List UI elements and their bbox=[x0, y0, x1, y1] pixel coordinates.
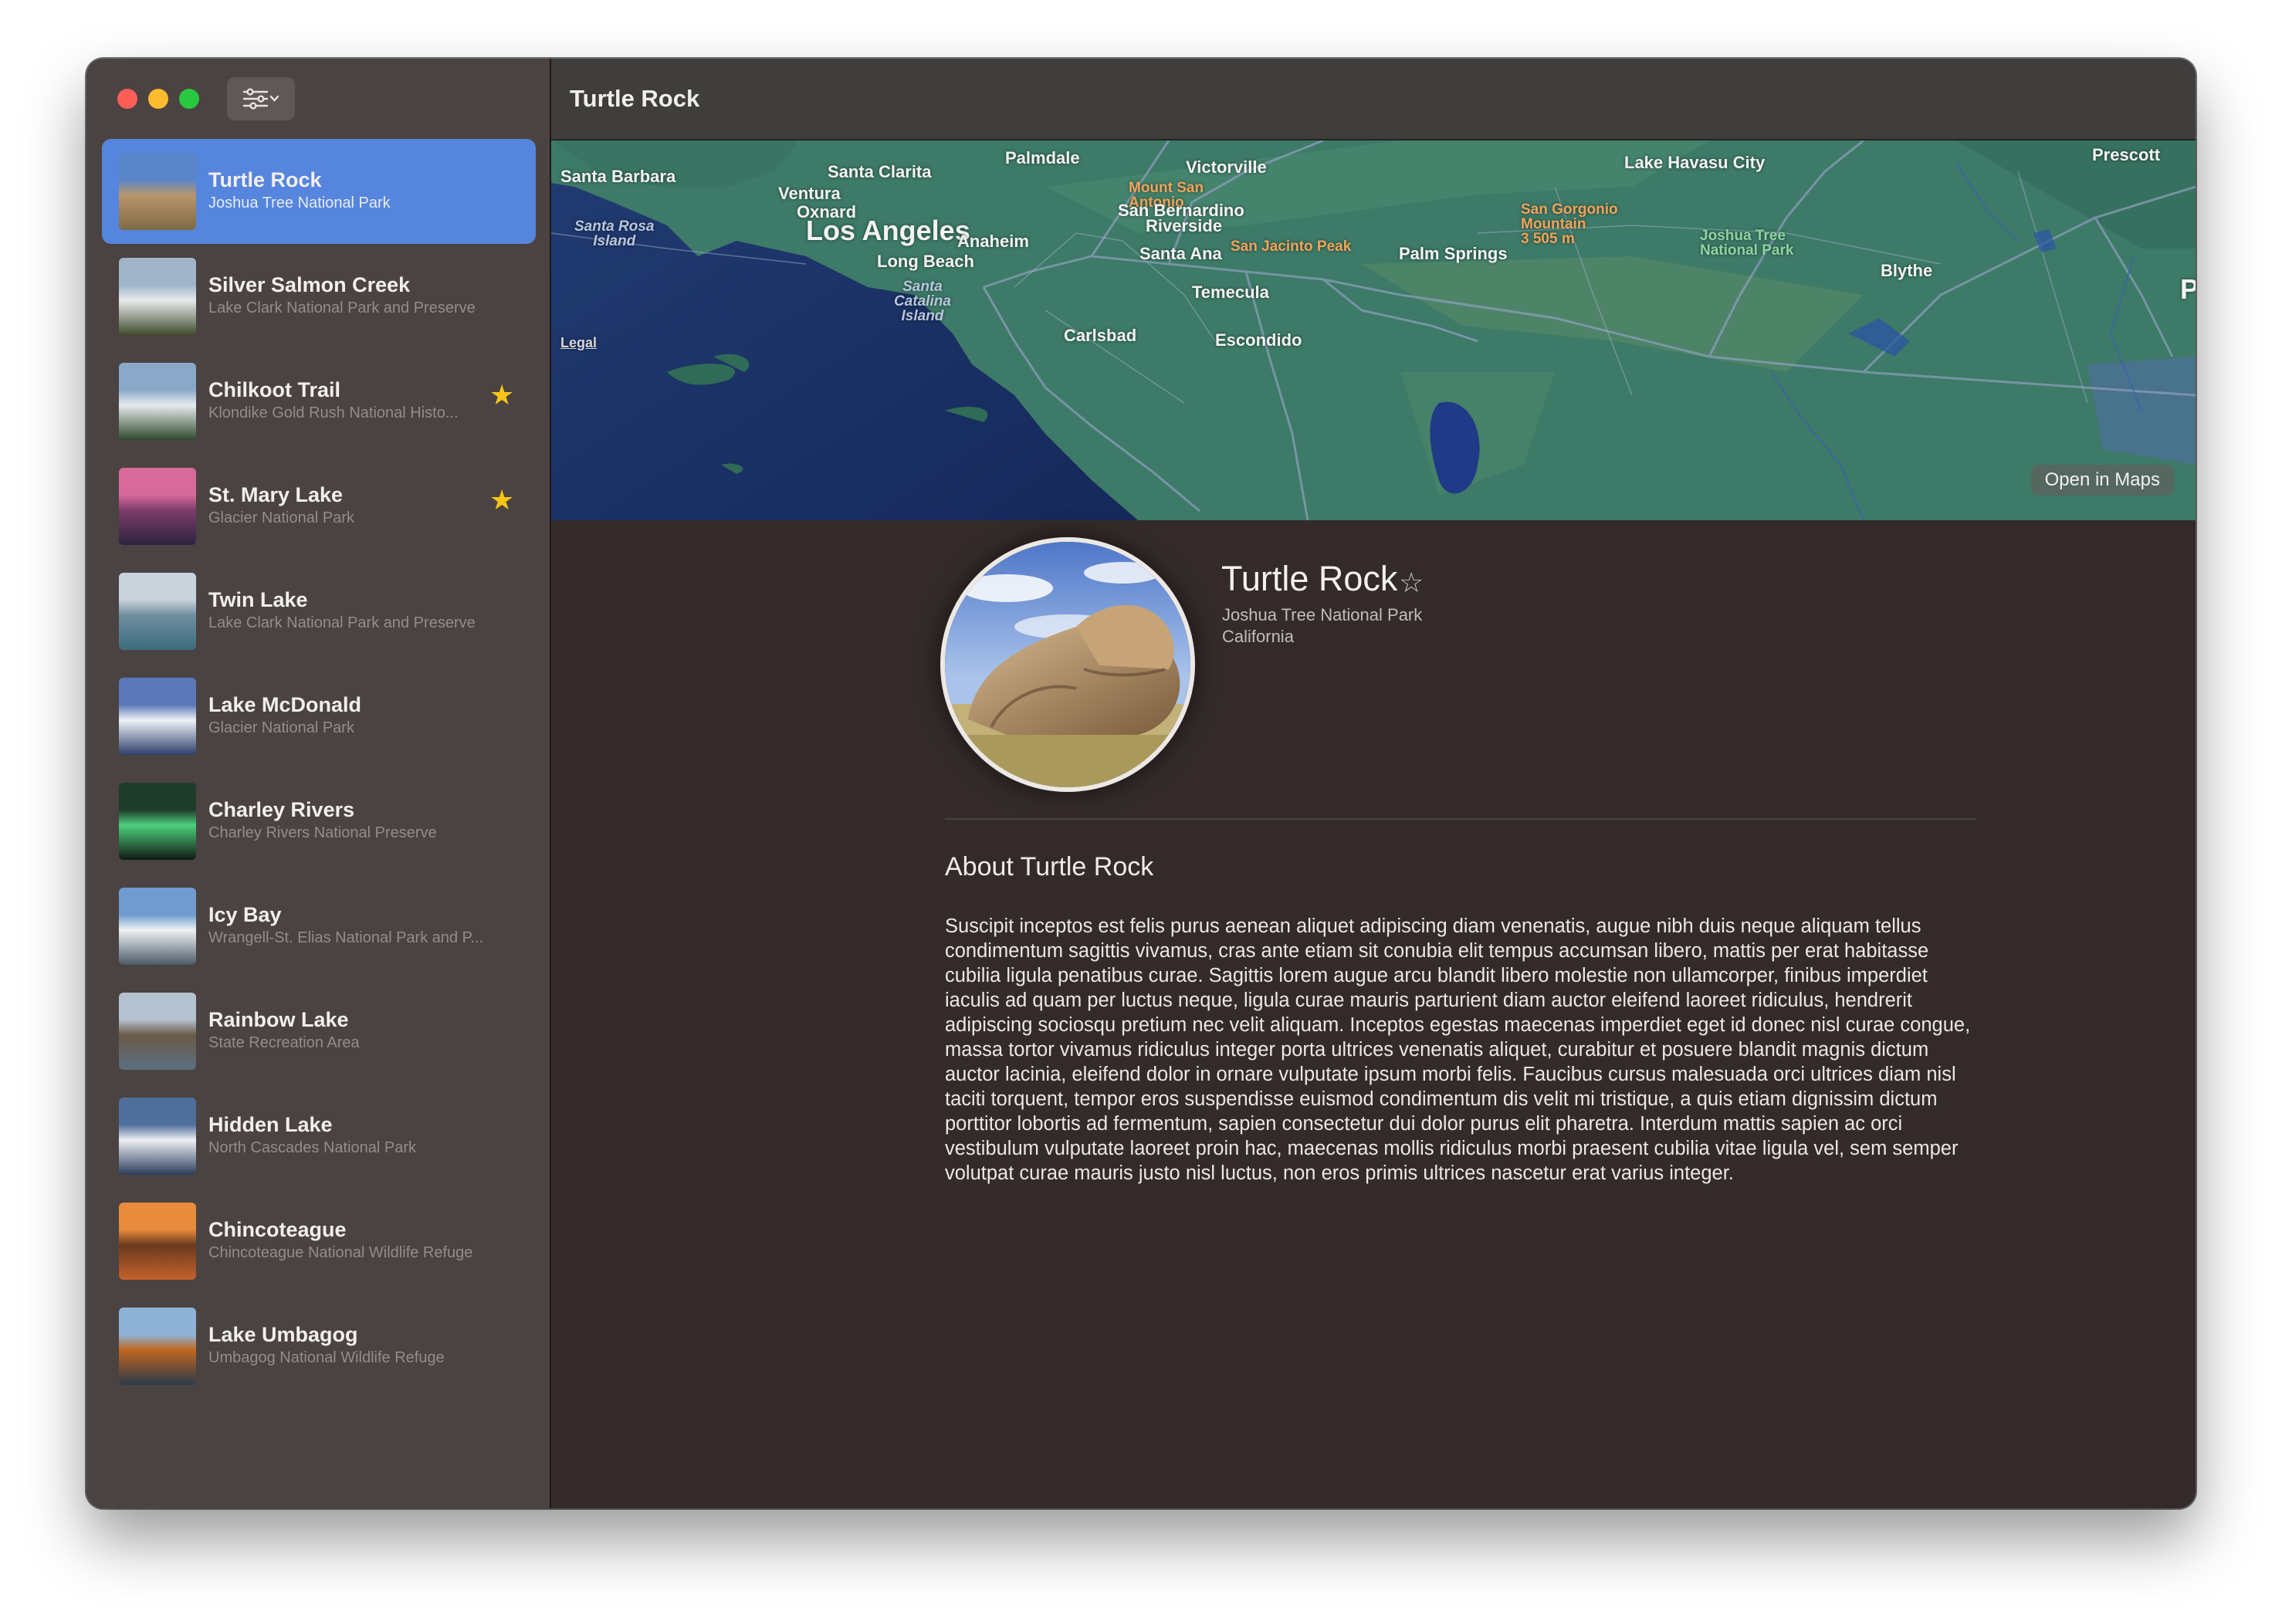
map-label-santa-catalina: Santa Catalina Island bbox=[894, 279, 951, 324]
map-label-palmdale: Palmdale bbox=[1005, 148, 1080, 167]
landmark-thumbnail bbox=[119, 153, 196, 230]
map-label-phoenix-partial: Ph bbox=[2180, 273, 2196, 305]
map-label-lake-havasu: Lake Havasu City bbox=[1624, 153, 1766, 172]
landmark-list-subtitle: North Cascades National Park bbox=[208, 1139, 417, 1156]
landmark-list-item[interactable]: Rainbow Lake State Recreation Area bbox=[102, 979, 536, 1084]
landmark-list-item[interactable]: Charley Rivers Charley Rivers National Pr… bbox=[102, 769, 536, 874]
landmark-thumbnail bbox=[119, 468, 196, 545]
landmark-list-title: Silver Salmon Creek bbox=[208, 273, 411, 296]
landmark-thumbnail bbox=[119, 1203, 196, 1280]
landmark-list-subtitle: Chincoteague National Wildlife Refuge bbox=[208, 1244, 473, 1261]
landmark-list-item[interactable]: Chincoteague Chincoteague National Wildli… bbox=[102, 1189, 536, 1294]
minimize-window-button[interactable] bbox=[148, 89, 168, 109]
landmark-thumbnail bbox=[119, 258, 196, 335]
landmark-list-title: Chilkoot Trail bbox=[208, 378, 341, 401]
landmark-list-title: Charley Rivers bbox=[208, 798, 355, 821]
filter-menu-button[interactable] bbox=[227, 77, 295, 120]
map-label-prescott: Prescott bbox=[2092, 145, 2161, 164]
open-in-maps-button[interactable]: Open in Maps bbox=[2030, 465, 2174, 496]
map-label-santa-rosa-island: Santa Rosa Island bbox=[574, 218, 655, 249]
landmark-list-subtitle: Glacier National Park bbox=[208, 509, 354, 526]
about-heading: About Turtle Rock bbox=[945, 852, 1154, 881]
landmark-list-item[interactable]: Lake McDonald Glacier National Park bbox=[102, 664, 536, 769]
turtle-rock-image bbox=[945, 542, 1190, 787]
landmark-list-title: St. Mary Lake bbox=[208, 483, 344, 506]
landmark-thumbnail bbox=[119, 363, 196, 440]
landmark-list-item[interactable]: Chilkoot Trail Klondike Gold Rush Nationa… bbox=[102, 349, 536, 454]
star-outline-icon[interactable]: ☆ bbox=[1399, 567, 1424, 599]
landmark-list-item[interactable]: St. Mary Lake Glacier National Park ★ bbox=[102, 454, 536, 559]
landmark-list-subtitle: Glacier National Park bbox=[208, 719, 354, 736]
landmark-list-item[interactable]: Hidden Lake North Cascades National Park bbox=[102, 1084, 536, 1189]
map-label-palm-springs: Palm Springs bbox=[1399, 244, 1508, 263]
landmark-list-subtitle: Lake Clark National Park and Preserve bbox=[208, 299, 476, 316]
landmark-list-title: Chincoteague bbox=[208, 1218, 347, 1241]
favorite-star-icon: ★ bbox=[489, 484, 515, 516]
landmark-list-title: Lake Umbagog bbox=[208, 1323, 358, 1346]
landmark-thumbnail bbox=[119, 783, 196, 860]
landmark-list-item[interactable]: Twin Lake Lake Clark National Park and Pr… bbox=[102, 559, 536, 664]
landmark-list-title: Twin Lake bbox=[208, 588, 308, 611]
landmark-list-title: Hidden Lake bbox=[208, 1113, 333, 1136]
window-title: Turtle Rock bbox=[570, 85, 700, 112]
landmark-list-title: Turtle Rock bbox=[208, 168, 322, 191]
landmark-list-title: Rainbow Lake bbox=[208, 1008, 349, 1031]
filter-sliders-icon bbox=[242, 88, 279, 110]
landmark-list-item[interactable]: Silver Salmon Creek Lake Clark National P… bbox=[102, 244, 536, 349]
description-text: Suscipit inceptos est felis purus aenean… bbox=[945, 915, 1971, 1184]
landmark-list-subtitle: Lake Clark National Park and Preserve bbox=[208, 614, 476, 631]
landmark-list-item[interactable]: Lake Umbagog Umbagog National Wildlife Re… bbox=[102, 1294, 536, 1399]
map-label-anaheim: Anaheim bbox=[957, 232, 1029, 251]
landmark-thumbnail bbox=[119, 993, 196, 1070]
park-name: Joshua Tree National Park bbox=[1222, 605, 1423, 624]
toolbar: Turtle Rock bbox=[551, 59, 2196, 140]
map-label-ventura: Ventura bbox=[778, 184, 841, 203]
landmark-thumbnail bbox=[119, 678, 196, 755]
map-label-joshua-tree: Joshua Tree National Park bbox=[1700, 228, 1794, 259]
map-label-long-beach: Long Beach bbox=[877, 252, 974, 271]
close-window-button[interactable] bbox=[117, 89, 137, 109]
map-label-santa-barbara: Santa Barbara bbox=[560, 167, 676, 186]
map-label-santa-clarita: Santa Clarita bbox=[828, 162, 932, 181]
map-label-san-gorgonio: San Gorgonio Mountain 3 505 m bbox=[1521, 201, 1618, 247]
landmark-title: Turtle Rock bbox=[1221, 559, 1398, 598]
landmark-list-subtitle: Charley Rivers National Preserve bbox=[208, 824, 437, 841]
landmark-thumbnail bbox=[119, 573, 196, 650]
landmark-list-subtitle: Wrangell-St. Elias National Park and P..… bbox=[208, 929, 484, 946]
map-label-santa-ana: Santa Ana bbox=[1139, 244, 1222, 263]
app-window: Turtle Rock Joshua Tree National Park Silv… bbox=[86, 59, 2196, 1508]
map-view[interactable]: Palmdale Victorville Lake Havasu City Presc… bbox=[551, 140, 2196, 520]
map-label-legal[interactable]: Legal bbox=[560, 335, 597, 351]
sidebar: Turtle Rock Joshua Tree National Park Silv… bbox=[86, 59, 551, 1508]
landmark-list-subtitle: State Recreation Area bbox=[208, 1034, 360, 1051]
favorite-star-icon: ★ bbox=[489, 379, 515, 411]
zoom-window-button[interactable] bbox=[179, 89, 199, 109]
landmark-thumbnail bbox=[119, 888, 196, 965]
landmark-thumbnail bbox=[119, 1098, 196, 1175]
landmark-list-subtitle: Klondike Gold Rush National Histo... bbox=[208, 404, 459, 421]
state-name: California bbox=[1222, 627, 1294, 646]
landmark-list-subtitle: Umbagog National Wildlife Refuge bbox=[208, 1349, 445, 1366]
map-label-blythe: Blythe bbox=[1881, 261, 1933, 280]
map-label-victorville: Victorville bbox=[1186, 157, 1267, 177]
map-label-los-angeles: Los Angeles bbox=[806, 215, 970, 246]
map-label-escondido: Escondido bbox=[1215, 330, 1302, 350]
landmark-list-item[interactable]: Turtle Rock Joshua Tree National Park bbox=[102, 139, 536, 244]
map-label-san-jacinto: San Jacinto Peak bbox=[1231, 239, 1352, 255]
divider bbox=[945, 818, 1976, 820]
landmark-list: Turtle Rock Joshua Tree National Park Silv… bbox=[102, 139, 536, 1399]
landmark-list-title: Icy Bay bbox=[208, 903, 282, 926]
map-label-carlsbad: Carlsbad bbox=[1064, 326, 1137, 345]
map-label-riverside: Riverside bbox=[1146, 216, 1223, 235]
landmark-list-item[interactable]: Icy Bay Wrangell-St. Elias National Park … bbox=[102, 874, 536, 979]
map-label-temecula: Temecula bbox=[1192, 283, 1269, 302]
landmark-list-title: Lake McDonald bbox=[208, 693, 362, 716]
landmark-photo bbox=[940, 537, 1195, 792]
landmark-list-subtitle: Joshua Tree National Park bbox=[208, 195, 391, 211]
landmark-thumbnail bbox=[119, 1308, 196, 1385]
